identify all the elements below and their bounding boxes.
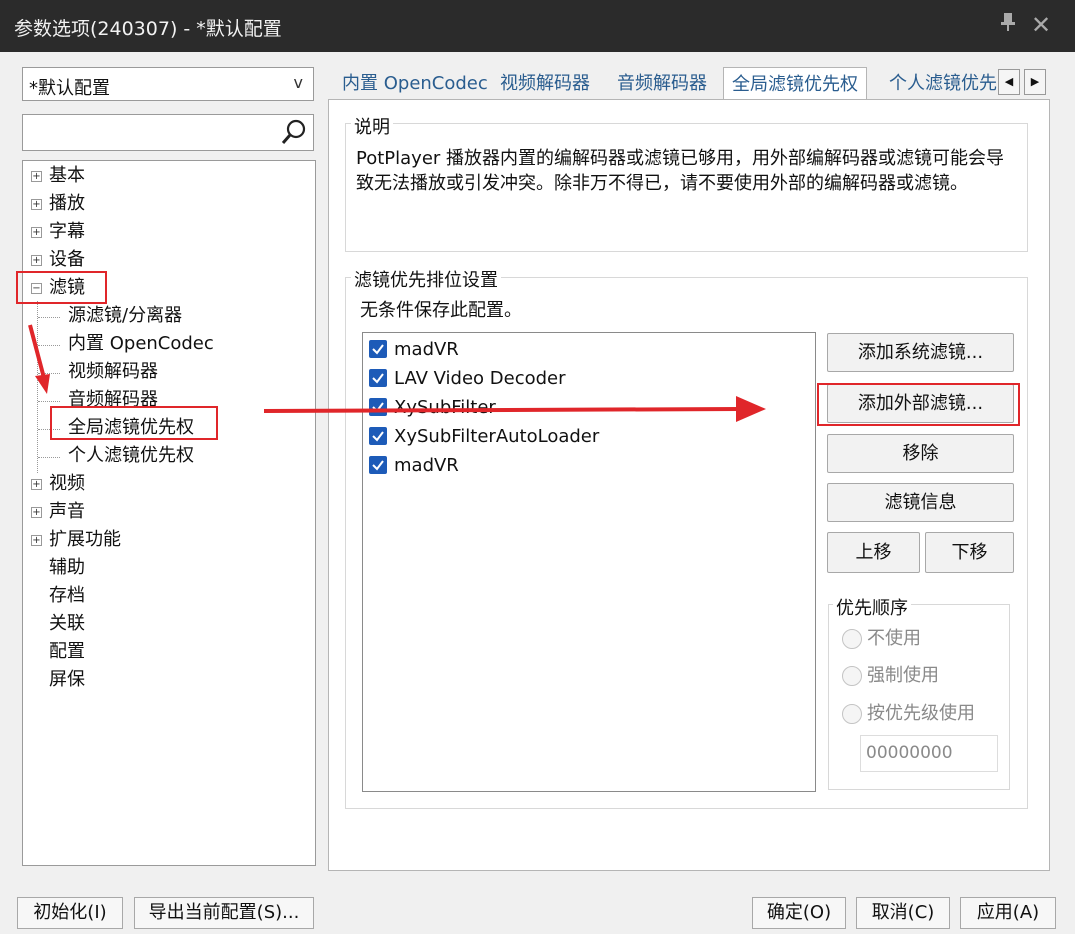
title-bar: 参数选项(240307) - *默认配置 ✕ — [0, 0, 1075, 52]
priority-value-field[interactable]: 00000000 — [860, 735, 998, 772]
tree-connector — [38, 373, 60, 374]
preset-dropdown[interactable]: *默认配置 v — [22, 67, 314, 101]
move-up-button[interactable]: 上移 — [827, 532, 920, 573]
tree-connector — [38, 317, 60, 318]
tab-builtin-opencodec[interactable]: 内置 OpenCodec — [334, 67, 496, 100]
tab-video-decoder[interactable]: 视频解码器 — [492, 67, 598, 100]
tree-item-device[interactable]: 设备 — [49, 247, 85, 273]
tree-item-audio[interactable]: 声音 — [49, 499, 85, 525]
priority-order-title: 优先顺序 — [833, 594, 911, 620]
expand-icon[interactable]: + — [31, 227, 42, 238]
tree-item-subtitle[interactable]: 字幕 — [49, 219, 85, 245]
export-config-button[interactable]: 导出当前配置(S)... — [134, 897, 314, 929]
tab-personal-priority[interactable]: 个人滤镜优先 — [881, 67, 1005, 100]
checkbox-checked-icon[interactable] — [369, 456, 387, 474]
cancel-button[interactable]: 取消(C) — [856, 897, 950, 929]
radio-icon[interactable] — [842, 704, 862, 724]
tree-item-personal-priority[interactable]: 个人滤镜优先权 — [68, 443, 194, 469]
radio-label: 不使用 — [867, 628, 921, 649]
move-down-button[interactable]: 下移 — [925, 532, 1014, 573]
tree-item-playback[interactable]: 播放 — [49, 191, 85, 217]
tab-global-priority[interactable]: 全局滤镜优先权 — [723, 67, 867, 102]
preset-value: *默认配置 — [29, 78, 110, 99]
chevron-down-icon: v — [293, 73, 303, 92]
tree-item-basic[interactable]: 基本 — [49, 163, 85, 189]
description-text: PotPlayer 播放器内置的编解码器或滤镜已够用，用外部编解码器或滤镜可能会… — [356, 148, 1005, 194]
tree-item-archive[interactable]: 存档 — [49, 583, 85, 609]
save-note: 无条件保存此配置。 — [360, 300, 522, 321]
radio-icon[interactable] — [842, 666, 862, 686]
tree-item-association[interactable]: 关联 — [49, 611, 85, 637]
remove-button[interactable]: 移除 — [827, 434, 1014, 473]
filter-name: madVR — [394, 455, 459, 476]
tree-connector — [37, 301, 38, 473]
expand-icon[interactable]: + — [31, 199, 42, 210]
close-icon[interactable]: ✕ — [1026, 10, 1056, 40]
filter-name: XySubFilter — [394, 397, 496, 418]
checkbox-checked-icon[interactable] — [369, 427, 387, 445]
pin-icon[interactable] — [992, 10, 1022, 40]
window-title: 参数选项(240307) - *默认配置 — [14, 18, 282, 40]
search-input[interactable] — [22, 114, 314, 151]
tab-strip: 内置 OpenCodec 视频解码器 音频解码器 全局滤镜优先权 个人滤镜优先 … — [328, 67, 1052, 102]
radio-icon[interactable] — [842, 629, 862, 649]
filter-list: madVR LAV Video Decoder XySubFilter XySu… — [362, 332, 816, 792]
radio-label: 强制使用 — [867, 665, 939, 686]
expand-icon[interactable]: + — [31, 507, 42, 518]
tree-item-aux[interactable]: 辅助 — [49, 555, 85, 581]
tree-connector — [38, 457, 60, 458]
tab-scroll-right-icon[interactable]: ▶ — [1024, 69, 1046, 95]
settings-tree: + 基本 + 播放 + 字幕 + 设备 − 滤镜 源滤镜/分离器 内置 Open… — [22, 160, 316, 866]
filter-name: madVR — [394, 339, 459, 360]
add-system-filter-button[interactable]: 添加系统滤镜... — [827, 333, 1014, 372]
expand-icon[interactable]: + — [31, 171, 42, 182]
reset-button[interactable]: 初始化(I) — [17, 897, 123, 929]
tree-connector — [38, 401, 60, 402]
tree-item-extensions[interactable]: 扩展功能 — [49, 527, 121, 553]
tab-scroll-left-icon[interactable]: ◀ — [998, 69, 1020, 95]
tree-item-video-decoder[interactable]: 视频解码器 — [68, 359, 158, 385]
checkbox-checked-icon[interactable] — [369, 369, 387, 387]
description-title: 说明 — [351, 113, 393, 139]
tree-item-screensaver[interactable]: 屏保 — [49, 667, 85, 693]
tree-item-video[interactable]: 视频 — [49, 471, 85, 497]
tree-item-builtin-opencodec[interactable]: 内置 OpenCodec — [68, 331, 214, 357]
tab-audio-decoder[interactable]: 音频解码器 — [609, 67, 715, 100]
search-icon[interactable] — [279, 117, 309, 147]
annotation-box — [50, 406, 218, 440]
expand-icon[interactable]: + — [31, 255, 42, 266]
filter-name: LAV Video Decoder — [394, 368, 566, 389]
tree-item-source-filter[interactable]: 源滤镜/分离器 — [68, 303, 182, 329]
filter-info-button[interactable]: 滤镜信息 — [827, 483, 1014, 522]
tree-connector — [38, 345, 60, 346]
tree-item-config[interactable]: 配置 — [49, 639, 85, 665]
checkbox-checked-icon[interactable] — [369, 398, 387, 416]
checkbox-checked-icon[interactable] — [369, 340, 387, 358]
apply-button[interactable]: 应用(A) — [960, 897, 1056, 929]
radio-label: 按优先级使用 — [867, 703, 975, 724]
annotation-box — [16, 271, 107, 304]
expand-icon[interactable]: + — [31, 535, 42, 546]
expand-icon[interactable]: + — [31, 479, 42, 490]
preferences-window: 参数选项(240307) - *默认配置 ✕ *默认配置 v + 基本 + 播放… — [0, 0, 1075, 934]
filter-name: XySubFilterAutoLoader — [394, 426, 600, 447]
priority-group-title: 滤镜优先排位设置 — [351, 266, 501, 292]
ok-button[interactable]: 确定(O) — [752, 897, 846, 929]
annotation-box — [817, 383, 1020, 426]
